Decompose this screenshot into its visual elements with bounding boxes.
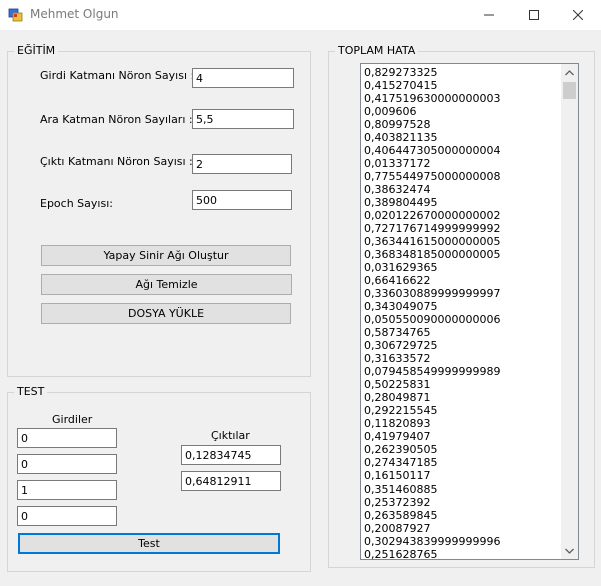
epoch-field[interactable]: 500 xyxy=(192,190,292,210)
maximize-button[interactable] xyxy=(511,0,557,30)
list-item[interactable]: 0,11820893 xyxy=(364,417,560,430)
list-item[interactable]: 0,727176714999999992 xyxy=(364,222,560,235)
total-error-list[interactable]: 0,829273325 0,415270415 0,4175196300000000… xyxy=(360,63,579,560)
list-item[interactable]: 0,020122670000000002 xyxy=(364,209,560,222)
test-button[interactable]: Test xyxy=(18,533,280,554)
app-icon xyxy=(8,7,24,23)
input-layer-field[interactable]: 4 xyxy=(192,68,294,88)
list-item[interactable]: 0,417519630000000003 xyxy=(364,92,560,105)
title-bar[interactable]: Mehmet Olgun xyxy=(0,0,601,30)
output-layer-label: Çıktı Katmanı Nöron Sayısı : xyxy=(40,155,193,168)
output-layer-field[interactable]: 2 xyxy=(192,154,292,174)
list-item[interactable]: 0,306729725 xyxy=(364,339,560,352)
list-item[interactable]: 0,031629365 xyxy=(364,261,560,274)
minimize-button[interactable] xyxy=(466,0,512,30)
list-item[interactable]: 0,050550090000000006 xyxy=(364,313,560,326)
list-item[interactable]: 0,009606 xyxy=(364,105,560,118)
outputs-label: Çıktılar xyxy=(211,429,250,442)
list-item[interactable]: 0,363441615000000005 xyxy=(364,235,560,248)
close-button[interactable] xyxy=(555,0,601,30)
hidden-layers-label: Ara Katman Nöron Sayıları : xyxy=(40,113,193,126)
list-item[interactable]: 0,336030889999999997 xyxy=(364,287,560,300)
test-input-1[interactable]: 0 xyxy=(17,428,117,448)
list-item[interactable]: 0,079458549999999989 xyxy=(364,365,560,378)
list-item[interactable]: 0,58734765 xyxy=(364,326,560,339)
list-item[interactable]: 0,38632474 xyxy=(364,183,560,196)
list-item[interactable]: 0,263589845 xyxy=(364,509,560,522)
test-input-2[interactable]: 0 xyxy=(17,454,117,474)
list-item[interactable]: 0,368348185000000005 xyxy=(364,248,560,261)
training-group: EĞİTİM xyxy=(7,44,311,377)
window-title: Mehmet Olgun xyxy=(30,7,119,21)
maximize-icon xyxy=(529,10,539,20)
create-network-button[interactable]: Yapay Sinir Ağı Oluştur xyxy=(41,245,291,266)
training-group-title: EĞİTİM xyxy=(14,44,59,57)
list-item[interactable]: 0,389804495 xyxy=(364,196,560,209)
list-item[interactable]: 0,80997528 xyxy=(364,118,560,131)
scroll-up-arrow-icon[interactable] xyxy=(561,64,578,81)
load-file-button[interactable]: DOSYA YÜKLE xyxy=(41,303,291,324)
epoch-label: Epoch Sayısı: xyxy=(40,197,113,210)
scroll-down-arrow-icon[interactable] xyxy=(561,542,578,559)
list-item[interactable]: 0,66416622 xyxy=(364,274,560,287)
list-scrollbar[interactable] xyxy=(561,64,578,559)
clear-network-button[interactable]: Ağı Temizle xyxy=(41,274,292,295)
list-item[interactable]: 0,775544975000000008 xyxy=(364,170,560,183)
list-item[interactable]: 0,302943839999999996 xyxy=(364,535,560,548)
list-item[interactable]: 0,01337172 xyxy=(364,157,560,170)
input-layer-label: Girdi Katmanı Nöron Sayısı : xyxy=(40,69,195,82)
close-icon xyxy=(573,10,583,20)
list-item[interactable]: 0,28049871 xyxy=(364,391,560,404)
list-item[interactable]: 0,829273325 xyxy=(364,66,560,79)
test-input-4[interactable]: 0 xyxy=(17,506,117,526)
list-item[interactable]: 0,415270415 xyxy=(364,79,560,92)
list-item[interactable]: 0,16150117 xyxy=(364,469,560,482)
list-item[interactable]: 0,274347185 xyxy=(364,456,560,469)
list-item[interactable]: 0,351460885 xyxy=(364,483,560,496)
hidden-layers-field[interactable]: 5,5 xyxy=(192,109,294,129)
list-item[interactable]: 0,25372392 xyxy=(364,496,560,509)
list-item[interactable]: 0,50225831 xyxy=(364,378,560,391)
list-item[interactable]: 0,292215545 xyxy=(364,404,560,417)
list-item[interactable]: 0,343049075 xyxy=(364,300,560,313)
test-group-title: TEST xyxy=(14,385,48,398)
list-item[interactable]: 0,406447305000000004 xyxy=(364,144,560,157)
inputs-label: Girdiler xyxy=(52,413,93,426)
list-item[interactable]: 0,41979407 xyxy=(364,430,560,443)
list-item[interactable]: 0,31633572 xyxy=(364,352,560,365)
list-item[interactable]: 0,251628765 xyxy=(364,548,560,559)
list-item[interactable]: 0,262390505 xyxy=(364,443,560,456)
test-output-2[interactable]: 0,64812911 xyxy=(181,471,281,491)
minimize-icon xyxy=(484,14,494,16)
list-item[interactable]: 0,20087927 xyxy=(364,522,560,535)
scroll-thumb[interactable] xyxy=(563,82,576,99)
test-output-1[interactable]: 0,12834745 xyxy=(181,445,281,465)
test-input-3[interactable]: 1 xyxy=(17,480,117,500)
list-item[interactable]: 0,403821135 xyxy=(364,131,560,144)
total-error-group-title: TOPLAM HATA xyxy=(335,44,419,57)
